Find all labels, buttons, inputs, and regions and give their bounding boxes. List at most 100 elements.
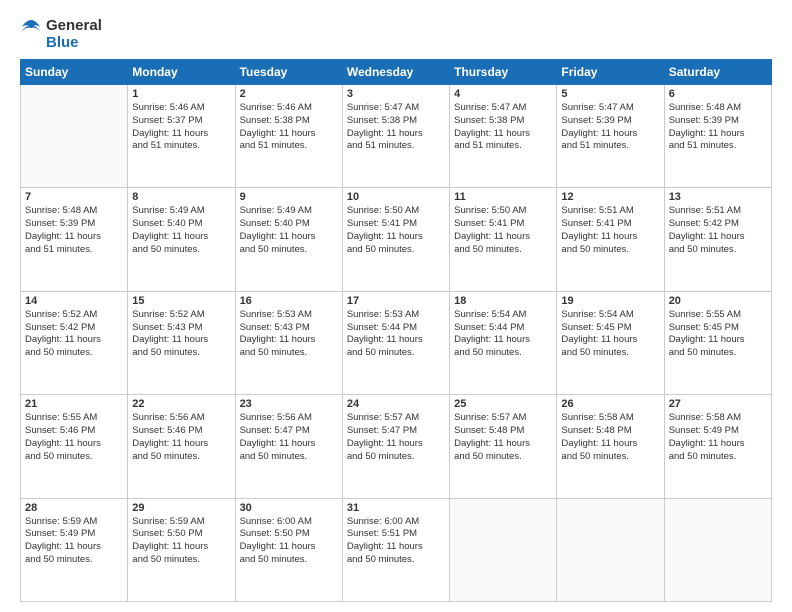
calendar-cell: 15 Sunrise: 5:52 AM Sunset: 5:43 PM Dayli… xyxy=(128,291,235,394)
calendar-cell: 8 Sunrise: 5:49 AM Sunset: 5:40 PM Daylig… xyxy=(128,188,235,291)
calendar-cell: 11 Sunrise: 5:50 AM Sunset: 5:41 PM Dayli… xyxy=(450,188,557,291)
logo-bird-icon xyxy=(20,18,42,46)
day-number: 27 xyxy=(669,398,767,410)
day-number: 18 xyxy=(454,295,552,307)
day-info: Sunrise: 5:52 AM Sunset: 5:42 PM Dayligh… xyxy=(25,309,123,360)
calendar-cell: 2Sunrise: 5:46 AM Sunset: 5:38 PM Daylig… xyxy=(235,85,342,188)
day-info: Sunrise: 5:49 AM Sunset: 5:40 PM Dayligh… xyxy=(240,205,338,256)
calendar-cell: 4 Sunrise: 5:47 AM Sunset: 5:38 PM Daylig… xyxy=(450,85,557,188)
day-number: 19 xyxy=(561,295,659,307)
day-info: Sunrise: 5:50 AM Sunset: 5:41 PM Dayligh… xyxy=(347,205,445,256)
calendar-cell: 23 Sunrise: 5:56 AM Sunset: 5:47 PM Dayli… xyxy=(235,395,342,498)
calendar-cell: 18 Sunrise: 5:54 AM Sunset: 5:44 PM Dayli… xyxy=(450,291,557,394)
calendar-cell: 28 Sunrise: 5:59 AM Sunset: 5:49 PM Dayli… xyxy=(21,498,128,601)
weekday-header: Tuesday xyxy=(235,60,342,85)
day-number: 13 xyxy=(669,191,767,203)
weekday-header: Monday xyxy=(128,60,235,85)
calendar-cell: 29 Sunrise: 5:59 AM Sunset: 5:50 PM Dayli… xyxy=(128,498,235,601)
day-number: 20 xyxy=(669,295,767,307)
header: General Blue xyxy=(20,18,772,51)
day-number: 4 xyxy=(454,88,552,100)
calendar-cell: 22 Sunrise: 5:56 AM Sunset: 5:46 PM Dayli… xyxy=(128,395,235,498)
day-number: 30 xyxy=(240,502,338,514)
day-info: Sunrise: 5:59 AM Sunset: 5:50 PM Dayligh… xyxy=(132,516,230,567)
day-info: Sunrise: 5:51 AM Sunset: 5:42 PM Dayligh… xyxy=(669,205,767,256)
calendar-week-row: 1Sunrise: 5:46 AM Sunset: 5:37 PM Daylig… xyxy=(21,85,772,188)
calendar-cell: 26 Sunrise: 5:58 AM Sunset: 5:48 PM Dayli… xyxy=(557,395,664,498)
calendar-cell: 13 Sunrise: 5:51 AM Sunset: 5:42 PM Dayli… xyxy=(664,188,771,291)
calendar-cell xyxy=(557,498,664,601)
day-number: 11 xyxy=(454,191,552,203)
day-number: 23 xyxy=(240,398,338,410)
logo: General Blue xyxy=(20,18,102,51)
calendar-cell xyxy=(664,498,771,601)
weekday-header-row: SundayMondayTuesdayWednesdayThursdayFrid… xyxy=(21,60,772,85)
day-info: Sunrise: 5:58 AM Sunset: 5:49 PM Dayligh… xyxy=(669,412,767,463)
day-info: Sunrise: 5:54 AM Sunset: 5:44 PM Dayligh… xyxy=(454,309,552,360)
day-info: Sunrise: 5:56 AM Sunset: 5:46 PM Dayligh… xyxy=(132,412,230,463)
day-info: Sunrise: 5:47 AM Sunset: 5:38 PM Dayligh… xyxy=(347,102,445,153)
logo-text-general: General xyxy=(46,18,102,35)
calendar-cell: 6 Sunrise: 5:48 AM Sunset: 5:39 PM Daylig… xyxy=(664,85,771,188)
day-info: Sunrise: 5:47 AM Sunset: 5:39 PM Dayligh… xyxy=(561,102,659,153)
calendar-week-row: 14 Sunrise: 5:52 AM Sunset: 5:42 PM Dayli… xyxy=(21,291,772,394)
day-number: 1 xyxy=(132,88,230,100)
calendar-cell: 24 Sunrise: 5:57 AM Sunset: 5:47 PM Dayli… xyxy=(342,395,449,498)
day-info: Sunrise: 5:55 AM Sunset: 5:45 PM Dayligh… xyxy=(669,309,767,360)
day-info: Sunrise: 5:56 AM Sunset: 5:47 PM Dayligh… xyxy=(240,412,338,463)
logo-text-blue: Blue xyxy=(46,35,102,52)
day-info: Sunrise: 5:57 AM Sunset: 5:48 PM Dayligh… xyxy=(454,412,552,463)
weekday-header: Friday xyxy=(557,60,664,85)
day-info: Sunrise: 5:55 AM Sunset: 5:46 PM Dayligh… xyxy=(25,412,123,463)
day-info: Sunrise: 5:47 AM Sunset: 5:38 PM Dayligh… xyxy=(454,102,552,153)
calendar-cell: 12Sunrise: 5:51 AM Sunset: 5:41 PM Dayli… xyxy=(557,188,664,291)
page: General Blue SundayMondayTuesdayWednesda… xyxy=(0,0,792,612)
calendar-week-row: 28 Sunrise: 5:59 AM Sunset: 5:49 PM Dayli… xyxy=(21,498,772,601)
day-number: 7 xyxy=(25,191,123,203)
day-info: Sunrise: 5:46 AM Sunset: 5:38 PM Dayligh… xyxy=(240,102,338,153)
day-info: Sunrise: 5:48 AM Sunset: 5:39 PM Dayligh… xyxy=(25,205,123,256)
day-number: 3 xyxy=(347,88,445,100)
day-info: Sunrise: 5:52 AM Sunset: 5:43 PM Dayligh… xyxy=(132,309,230,360)
day-number: 10 xyxy=(347,191,445,203)
day-info: Sunrise: 5:49 AM Sunset: 5:40 PM Dayligh… xyxy=(132,205,230,256)
calendar-cell: 5Sunrise: 5:47 AM Sunset: 5:39 PM Daylig… xyxy=(557,85,664,188)
day-number: 6 xyxy=(669,88,767,100)
calendar-cell: 7 Sunrise: 5:48 AM Sunset: 5:39 PM Daylig… xyxy=(21,188,128,291)
calendar-table: SundayMondayTuesdayWednesdayThursdayFrid… xyxy=(20,59,772,602)
calendar-cell: 3 Sunrise: 5:47 AM Sunset: 5:38 PM Daylig… xyxy=(342,85,449,188)
day-info: Sunrise: 5:57 AM Sunset: 5:47 PM Dayligh… xyxy=(347,412,445,463)
calendar-cell: 25 Sunrise: 5:57 AM Sunset: 5:48 PM Dayli… xyxy=(450,395,557,498)
day-number: 9 xyxy=(240,191,338,203)
calendar-week-row: 21Sunrise: 5:55 AM Sunset: 5:46 PM Dayli… xyxy=(21,395,772,498)
day-number: 12 xyxy=(561,191,659,203)
day-number: 15 xyxy=(132,295,230,307)
calendar-week-row: 7 Sunrise: 5:48 AM Sunset: 5:39 PM Daylig… xyxy=(21,188,772,291)
day-info: Sunrise: 6:00 AM Sunset: 5:50 PM Dayligh… xyxy=(240,516,338,567)
day-number: 31 xyxy=(347,502,445,514)
calendar-cell: 9 Sunrise: 5:49 AM Sunset: 5:40 PM Daylig… xyxy=(235,188,342,291)
day-number: 29 xyxy=(132,502,230,514)
calendar-cell: 31Sunrise: 6:00 AM Sunset: 5:51 PM Dayli… xyxy=(342,498,449,601)
day-number: 24 xyxy=(347,398,445,410)
day-number: 26 xyxy=(561,398,659,410)
day-number: 14 xyxy=(25,295,123,307)
weekday-header: Wednesday xyxy=(342,60,449,85)
day-info: Sunrise: 5:48 AM Sunset: 5:39 PM Dayligh… xyxy=(669,102,767,153)
calendar-cell: 19Sunrise: 5:54 AM Sunset: 5:45 PM Dayli… xyxy=(557,291,664,394)
day-number: 8 xyxy=(132,191,230,203)
day-info: Sunrise: 5:59 AM Sunset: 5:49 PM Dayligh… xyxy=(25,516,123,567)
day-info: Sunrise: 5:53 AM Sunset: 5:44 PM Dayligh… xyxy=(347,309,445,360)
calendar-cell: 10 Sunrise: 5:50 AM Sunset: 5:41 PM Dayli… xyxy=(342,188,449,291)
day-number: 28 xyxy=(25,502,123,514)
day-number: 17 xyxy=(347,295,445,307)
day-info: Sunrise: 5:50 AM Sunset: 5:41 PM Dayligh… xyxy=(454,205,552,256)
day-number: 22 xyxy=(132,398,230,410)
day-number: 16 xyxy=(240,295,338,307)
calendar-cell: 14 Sunrise: 5:52 AM Sunset: 5:42 PM Dayli… xyxy=(21,291,128,394)
weekday-header: Sunday xyxy=(21,60,128,85)
day-info: Sunrise: 5:58 AM Sunset: 5:48 PM Dayligh… xyxy=(561,412,659,463)
calendar-cell: 20 Sunrise: 5:55 AM Sunset: 5:45 PM Dayli… xyxy=(664,291,771,394)
calendar-cell: 16Sunrise: 5:53 AM Sunset: 5:43 PM Dayli… xyxy=(235,291,342,394)
day-number: 25 xyxy=(454,398,552,410)
